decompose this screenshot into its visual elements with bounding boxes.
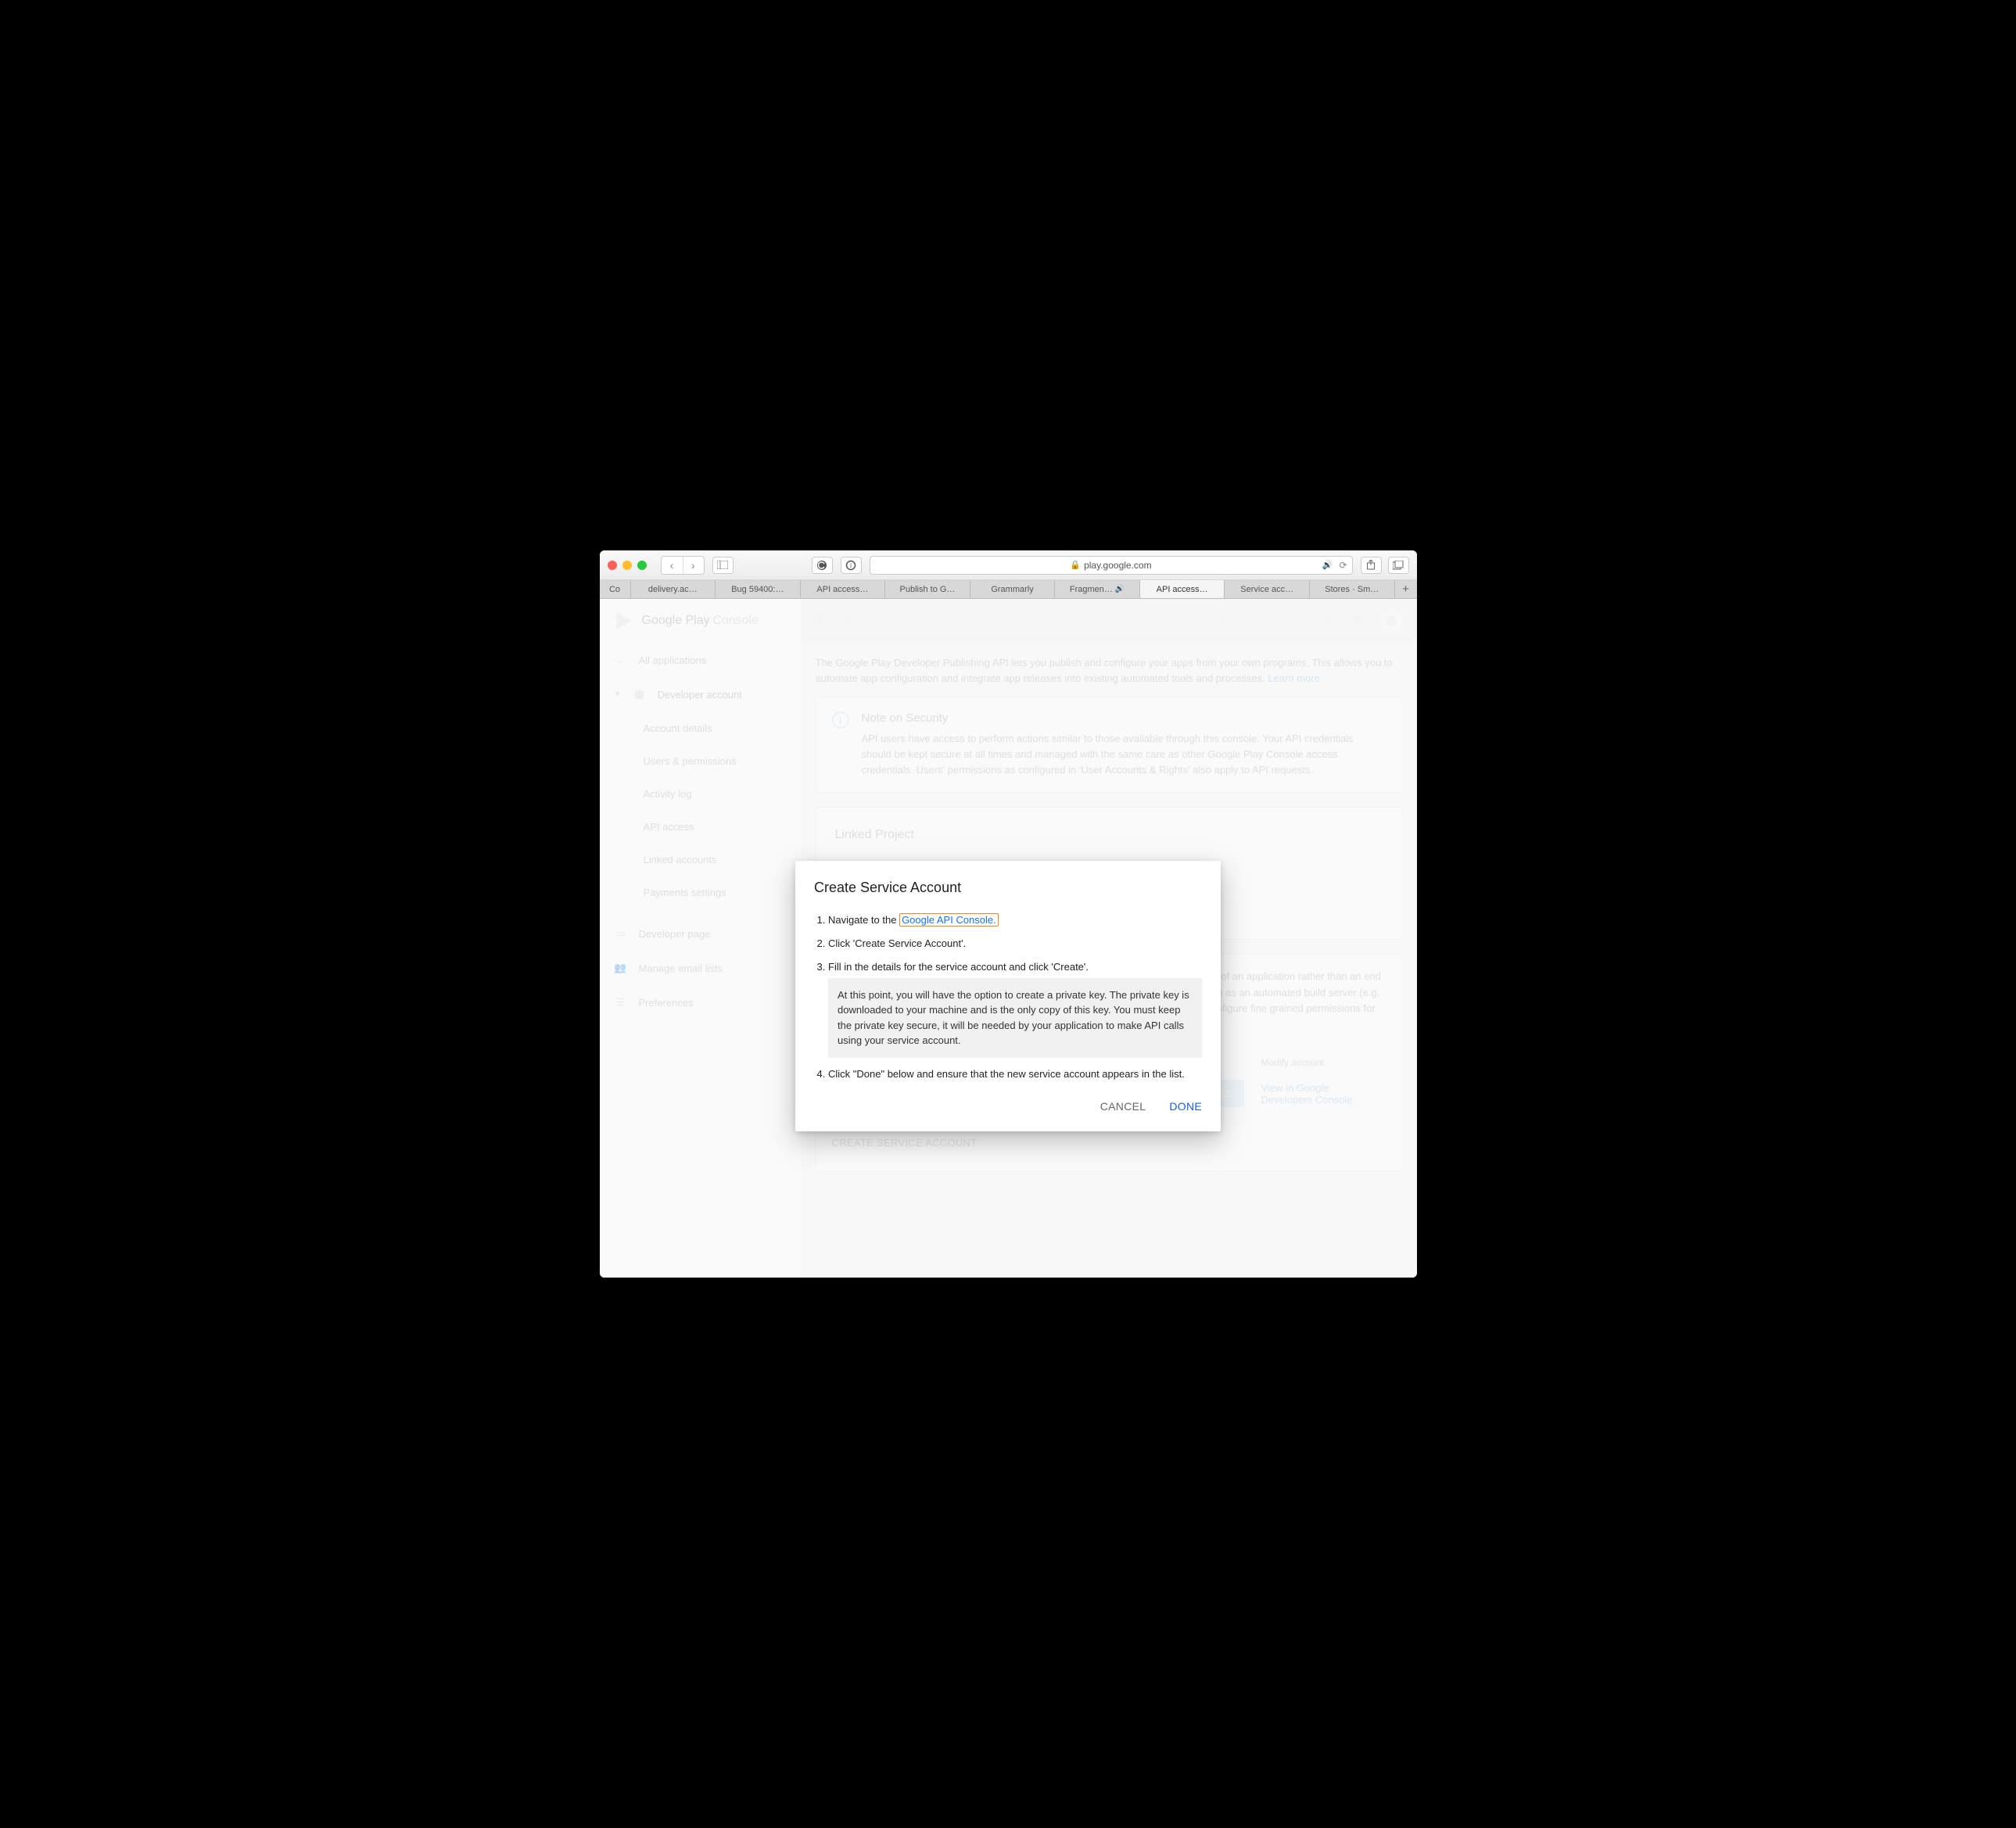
dialog-title: Create Service Account: [814, 880, 1202, 896]
done-button[interactable]: DONE: [1169, 1100, 1202, 1113]
tabs-button[interactable]: [1388, 557, 1409, 574]
step-1: Navigate to the Google API Console.: [828, 913, 1202, 927]
minimize-window[interactable]: [622, 561, 632, 570]
window-controls: [608, 561, 647, 570]
google-api-console-link[interactable]: Google API Console.: [899, 913, 999, 927]
url-text: play.google.com: [1084, 560, 1152, 571]
tab-5[interactable]: Grammarly: [970, 580, 1056, 598]
browser-window: ‹ › i 🔒 play.google.com 🔊 ⟳ Co: [600, 550, 1417, 1278]
tab-audio-icon[interactable]: 🔊: [1322, 560, 1333, 570]
new-tab-button[interactable]: +: [1395, 580, 1417, 598]
share-button[interactable]: [1361, 557, 1382, 574]
show-sidebar-button[interactable]: [712, 557, 734, 574]
tab-3[interactable]: API access…: [801, 580, 886, 598]
tab-bar: Co delivery.ac… Bug 59400:… API access… …: [600, 580, 1417, 599]
back-button[interactable]: ‹: [662, 557, 683, 574]
address-bar[interactable]: 🔒 play.google.com 🔊 ⟳: [870, 556, 1353, 575]
tab-9[interactable]: Stores · Sm…: [1310, 580, 1395, 598]
tab-4[interactable]: Publish to G…: [885, 580, 970, 598]
lock-icon: 🔒: [1070, 560, 1081, 570]
zoom-window[interactable]: [637, 561, 647, 570]
extension-icon[interactable]: i: [841, 557, 862, 574]
step-4: Click "Done" below and ensure that the n…: [828, 1067, 1202, 1081]
tab-1[interactable]: delivery.ac…: [631, 580, 716, 598]
app-content: Google Play Console ← All applications ▼…: [600, 599, 1417, 1278]
tab-0[interactable]: Co: [600, 580, 631, 598]
close-window[interactable]: [608, 561, 617, 570]
svg-text:i: i: [850, 562, 852, 569]
audio-icon: 🔊: [1115, 585, 1125, 593]
nav-buttons: ‹ ›: [661, 556, 705, 575]
tab-8[interactable]: Service acc…: [1225, 580, 1310, 598]
forward-button[interactable]: ›: [683, 557, 704, 574]
modal-scrim[interactable]: Create Service Account Navigate to the G…: [600, 599, 1417, 1278]
tab-6[interactable]: Fragmen…🔊: [1055, 580, 1140, 598]
tab-7[interactable]: API access…: [1140, 580, 1225, 598]
reload-icon[interactable]: ⟳: [1339, 560, 1347, 571]
private-key-note: At this point, you will have the option …: [828, 978, 1202, 1058]
titlebar: ‹ › i 🔒 play.google.com 🔊 ⟳: [600, 550, 1417, 580]
step-3: Fill in the details for the service acco…: [828, 960, 1202, 1057]
step-2: Click 'Create Service Account'.: [828, 937, 1202, 951]
cancel-button[interactable]: CANCEL: [1100, 1100, 1146, 1113]
tab-2[interactable]: Bug 59400:…: [716, 580, 801, 598]
grammarly-icon[interactable]: [812, 557, 833, 574]
create-service-account-dialog: Create Service Account Navigate to the G…: [795, 861, 1221, 1131]
